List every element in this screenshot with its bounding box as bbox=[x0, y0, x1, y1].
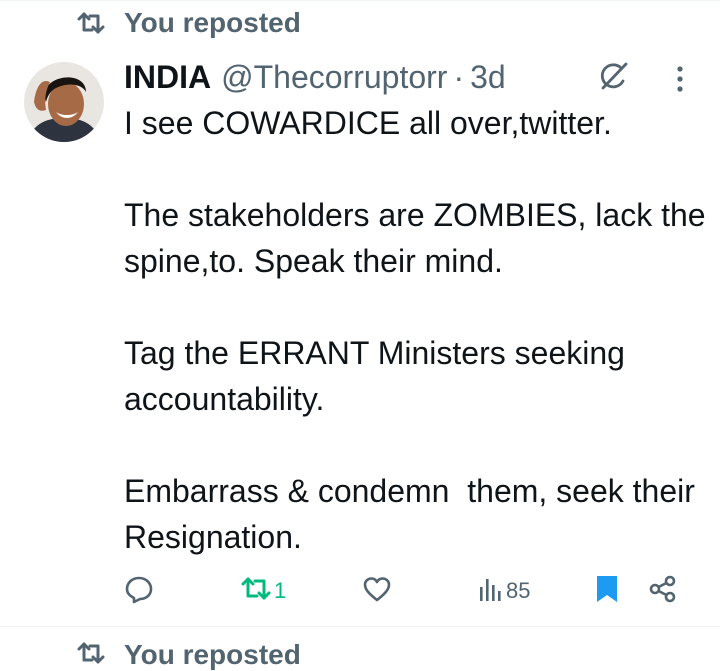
post-paragraph: Embarrass & condemn them, seek their Res… bbox=[124, 473, 704, 555]
bookmark-icon bbox=[594, 574, 620, 609]
share-icon bbox=[648, 574, 678, 609]
next-social-context: You reposted bbox=[76, 639, 301, 671]
reply-icon bbox=[124, 574, 154, 609]
post-text: I see COWARDICE all over,twitter. The st… bbox=[124, 100, 714, 560]
user-handle[interactable]: @Thecorruptorr bbox=[221, 59, 447, 96]
repost-icon bbox=[76, 640, 106, 671]
action-bar: 1 85 bbox=[124, 570, 684, 612]
post-paragraph: The stakeholders are ZOMBIES, lack the s… bbox=[124, 197, 715, 279]
views-icon bbox=[476, 575, 504, 608]
social-context: You reposted bbox=[76, 6, 301, 40]
more-options-icon[interactable] bbox=[668, 62, 692, 96]
grok-icon[interactable] bbox=[596, 58, 632, 94]
bookmark-button[interactable] bbox=[594, 570, 620, 612]
views-button[interactable]: 85 bbox=[476, 570, 530, 612]
display-name[interactable]: INDIA bbox=[124, 59, 211, 96]
social-context-text: You reposted bbox=[124, 7, 301, 38]
post-paragraph: Tag the ERRANT Ministers seeking account… bbox=[124, 335, 634, 417]
like-button[interactable] bbox=[362, 570, 392, 612]
separator-dot: · bbox=[453, 58, 465, 95]
repost-button[interactable]: 1 bbox=[240, 570, 286, 612]
social-context-text: You reposted bbox=[124, 639, 301, 670]
repost-count: 1 bbox=[274, 578, 287, 603]
repost-icon bbox=[240, 575, 272, 608]
post-timestamp[interactable]: 3d bbox=[470, 59, 506, 96]
views-count: 85 bbox=[506, 578, 531, 603]
reply-button[interactable] bbox=[124, 570, 154, 612]
post-divider bbox=[0, 626, 720, 627]
avatar[interactable] bbox=[24, 62, 104, 142]
repost-icon bbox=[76, 8, 106, 38]
top-divider bbox=[0, 0, 720, 1]
post-paragraph: I see COWARDICE all over,twitter. bbox=[124, 105, 612, 141]
share-button[interactable] bbox=[648, 570, 678, 612]
heart-icon bbox=[362, 575, 392, 608]
post-header: INDIA @Thecorruptorr · 3d bbox=[124, 56, 506, 98]
